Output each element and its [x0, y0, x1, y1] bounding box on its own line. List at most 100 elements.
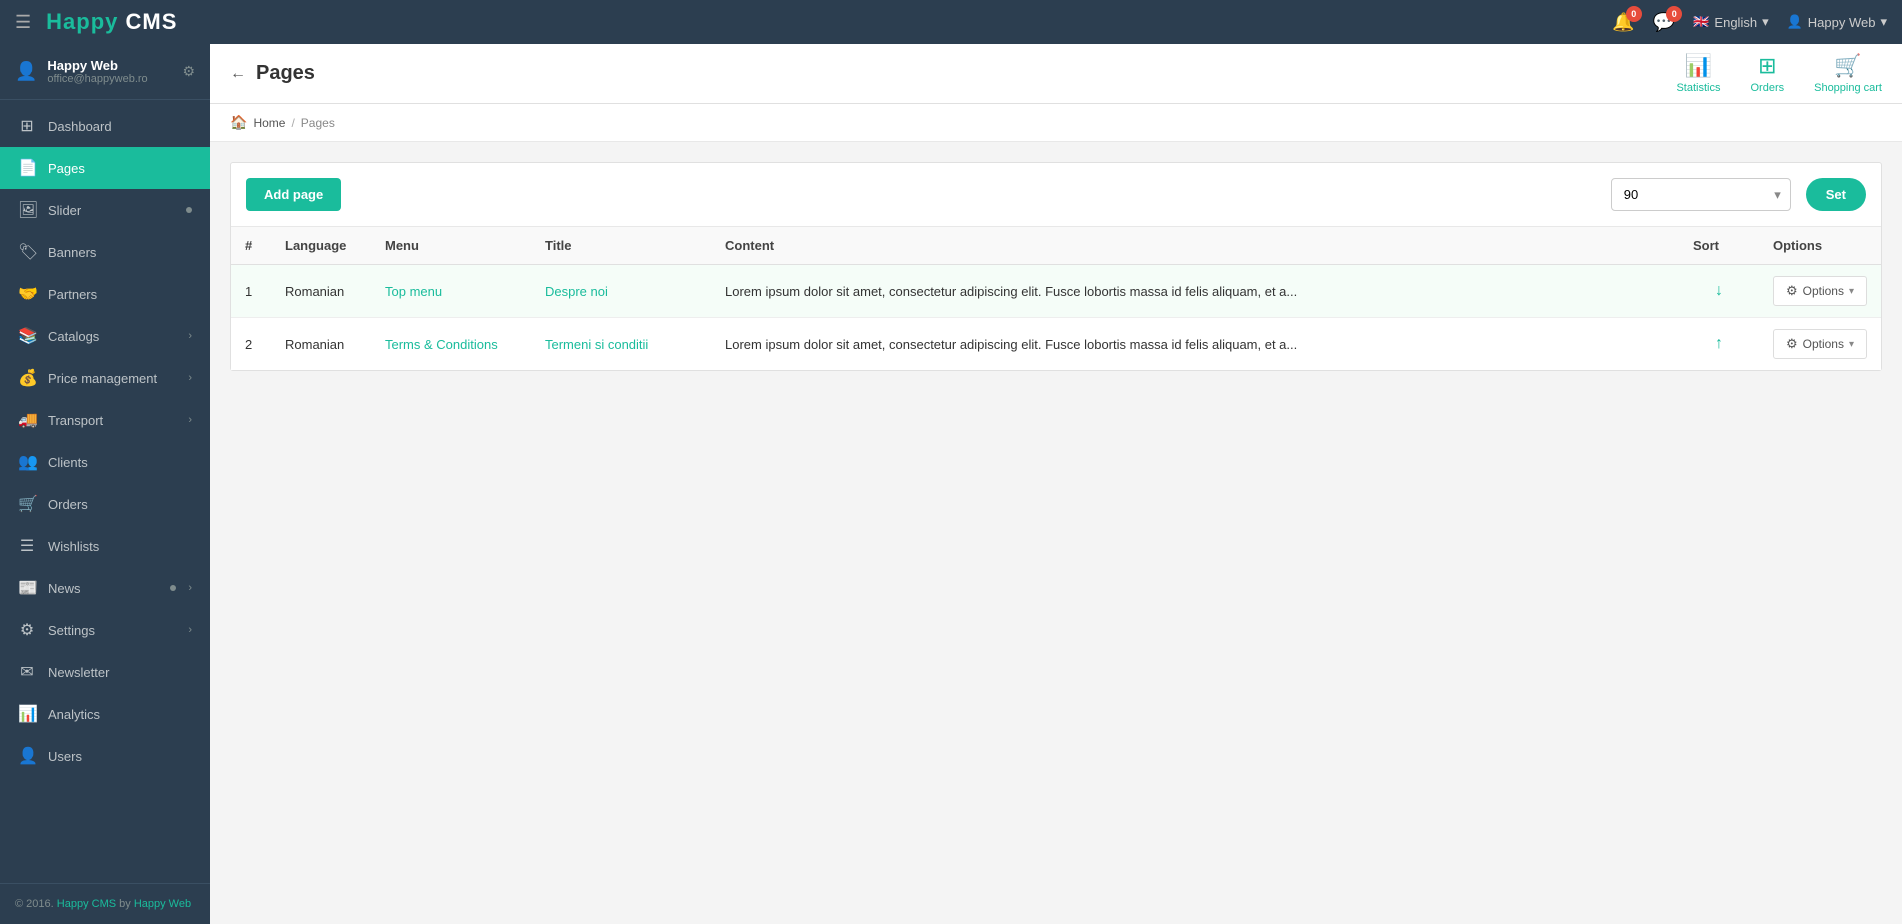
notifications-badge: 0	[1626, 6, 1642, 22]
sort-down-button[interactable]: ↓	[1715, 282, 1723, 300]
sidebar-item-users[interactable]: 👤 Users	[0, 735, 210, 777]
topbar-left: ☰ Happy CMS	[15, 9, 177, 35]
notifications-button[interactable]: 🔔 0	[1612, 12, 1634, 33]
back-button[interactable]: ←	[230, 65, 246, 83]
lang-chevron-icon: ▾	[1762, 14, 1769, 30]
footer-link-company[interactable]: Happy Web	[134, 898, 191, 910]
wishlists-icon: ☰	[18, 536, 36, 556]
sidebar-item-partners[interactable]: 🤝 Partners	[0, 273, 210, 315]
shopping-cart-icon: 🛒	[1834, 53, 1861, 79]
col-header-content: Content	[711, 227, 1679, 265]
topbar: ☰ Happy CMS 🔔 0 💬 0 🇬🇧 English ▾ 👤 Happy…	[0, 0, 1902, 44]
col-header-menu: Menu	[371, 227, 531, 265]
sidebar-item-pages[interactable]: 📄 Pages	[0, 147, 210, 189]
sidebar-item-transport[interactable]: 🚚 Transport ›	[0, 399, 210, 441]
sidebar-item-clients[interactable]: 👥 Clients	[0, 441, 210, 483]
banners-icon: 🏷	[18, 242, 36, 262]
app-logo: Happy CMS	[46, 9, 177, 35]
partners-icon: 🤝	[18, 284, 36, 304]
orders-action[interactable]: ⊞ Orders	[1750, 53, 1784, 94]
catalogs-icon: 📚	[18, 326, 36, 346]
sidebar-item-label: Newsletter	[48, 665, 192, 680]
pages-icon: 📄	[18, 158, 36, 178]
cell-sort: ↓	[1679, 265, 1759, 318]
sidebar-item-news[interactable]: 📰 News ›	[0, 567, 210, 609]
table-toolbar: Add page 10 25 50 90 100 Set	[231, 163, 1881, 227]
dashboard-icon: ⊞	[18, 116, 36, 136]
sidebar-item-label: Users	[48, 749, 192, 764]
sidebar-item-label: Price management	[48, 371, 176, 386]
newsletter-icon: ✉	[18, 662, 36, 682]
sidebar-item-price-management[interactable]: 💰 Price management ›	[0, 357, 210, 399]
sort-up-button[interactable]: ↑	[1715, 335, 1723, 353]
news-dot	[170, 585, 176, 591]
cell-title: Termeni si conditii	[531, 318, 711, 371]
gear-icon: ⚙	[1786, 336, 1798, 352]
sidebar-nav: ⊞ Dashboard 📄 Pages 🖼 Slider 🏷 Banners 🤝…	[0, 100, 210, 883]
cell-content: Lorem ipsum dolor sit amet, consectetur …	[711, 265, 1679, 318]
logo-h: H	[46, 9, 63, 34]
breadcrumb: 🏠 Home / Pages	[210, 104, 1902, 142]
settings-gear-icon[interactable]: ⚙	[182, 63, 195, 80]
shopping-cart-action[interactable]: 🛒 Shopping cart	[1814, 53, 1882, 94]
messages-button[interactable]: 💬 0	[1653, 12, 1675, 33]
breadcrumb-separator: /	[291, 116, 294, 130]
statistics-label: Statistics	[1676, 82, 1720, 94]
chevron-right-icon: ›	[188, 330, 192, 342]
sidebar-item-banners[interactable]: 🏷 Banners	[0, 231, 210, 273]
sidebar-user-avatar: 👤	[15, 61, 37, 82]
transport-icon: 🚚	[18, 410, 36, 430]
sidebar-item-label: Slider	[48, 203, 174, 218]
content-card: Add page 10 25 50 90 100 Set	[230, 162, 1882, 371]
messages-badge: 0	[1666, 6, 1682, 22]
language-selector[interactable]: 🇬🇧 English ▾	[1693, 14, 1768, 30]
sidebar-item-label: Clients	[48, 455, 192, 470]
sidebar-item-label: Wishlists	[48, 539, 192, 554]
cell-menu: Top menu	[371, 265, 531, 318]
user-menu[interactable]: 👤 Happy Web ▾	[1787, 14, 1887, 30]
footer-link-cms[interactable]: Happy CMS	[57, 898, 116, 910]
flag-icon: 🇬🇧	[1693, 14, 1709, 30]
user-chevron-icon: ▾	[1880, 14, 1887, 30]
title-link[interactable]: Termeni si conditii	[545, 337, 648, 352]
page-title: Pages	[256, 62, 315, 85]
sidebar-item-settings[interactable]: ⚙ Settings ›	[0, 609, 210, 651]
options-button[interactable]: ⚙ Options ▾	[1773, 276, 1867, 306]
sidebar-user-info: Happy Web office@happyweb.ro	[47, 58, 172, 85]
home-icon: 🏠	[230, 114, 247, 131]
sidebar-item-dashboard[interactable]: ⊞ Dashboard	[0, 105, 210, 147]
options-button[interactable]: ⚙ Options ▾	[1773, 329, 1867, 359]
sidebar-item-label: Analytics	[48, 707, 192, 722]
sidebar-item-label: Dashboard	[48, 119, 192, 134]
sidebar-item-analytics[interactable]: 📊 Analytics	[0, 693, 210, 735]
title-link[interactable]: Despre noi	[545, 284, 608, 299]
breadcrumb-current: Pages	[301, 116, 335, 130]
add-page-button[interactable]: Add page	[246, 178, 341, 211]
sidebar-item-slider[interactable]: 🖼 Slider	[0, 189, 210, 231]
cell-title: Despre noi	[531, 265, 711, 318]
per-page-select[interactable]: 10 25 50 90 100	[1611, 178, 1791, 211]
sidebar-item-label: Orders	[48, 497, 192, 512]
hamburger-menu[interactable]: ☰	[15, 12, 31, 33]
options-label: Options	[1803, 337, 1844, 351]
sidebar-item-wishlists[interactable]: ☰ Wishlists	[0, 525, 210, 567]
cell-menu: Terms & Conditions	[371, 318, 531, 371]
sidebar-item-catalogs[interactable]: 📚 Catalogs ›	[0, 315, 210, 357]
set-button[interactable]: Set	[1806, 178, 1866, 211]
breadcrumb-home-link[interactable]: Home	[253, 116, 285, 130]
footer-by: by	[119, 898, 134, 910]
page-header-actions: 📊 Statistics ⊞ Orders 🛒 Shopping cart	[1676, 53, 1882, 94]
menu-link[interactable]: Terms & Conditions	[385, 337, 498, 352]
price-icon: 💰	[18, 368, 36, 388]
sidebar-item-orders[interactable]: 🛒 Orders	[0, 483, 210, 525]
chevron-right-icon: ›	[188, 414, 192, 426]
analytics-icon: 📊	[18, 704, 36, 724]
sidebar-footer: © 2016. Happy CMS by Happy Web	[0, 883, 210, 924]
col-header-sort: Sort	[1679, 227, 1759, 265]
orders-icon: 🛒	[18, 494, 36, 514]
statistics-action[interactable]: 📊 Statistics	[1676, 53, 1720, 94]
sidebar: 👤 Happy Web office@happyweb.ro ⚙ ⊞ Dashb…	[0, 44, 210, 924]
sidebar-item-newsletter[interactable]: ✉ Newsletter	[0, 651, 210, 693]
menu-link[interactable]: Top menu	[385, 284, 442, 299]
cell-content: Lorem ipsum dolor sit amet, consectetur …	[711, 318, 1679, 371]
